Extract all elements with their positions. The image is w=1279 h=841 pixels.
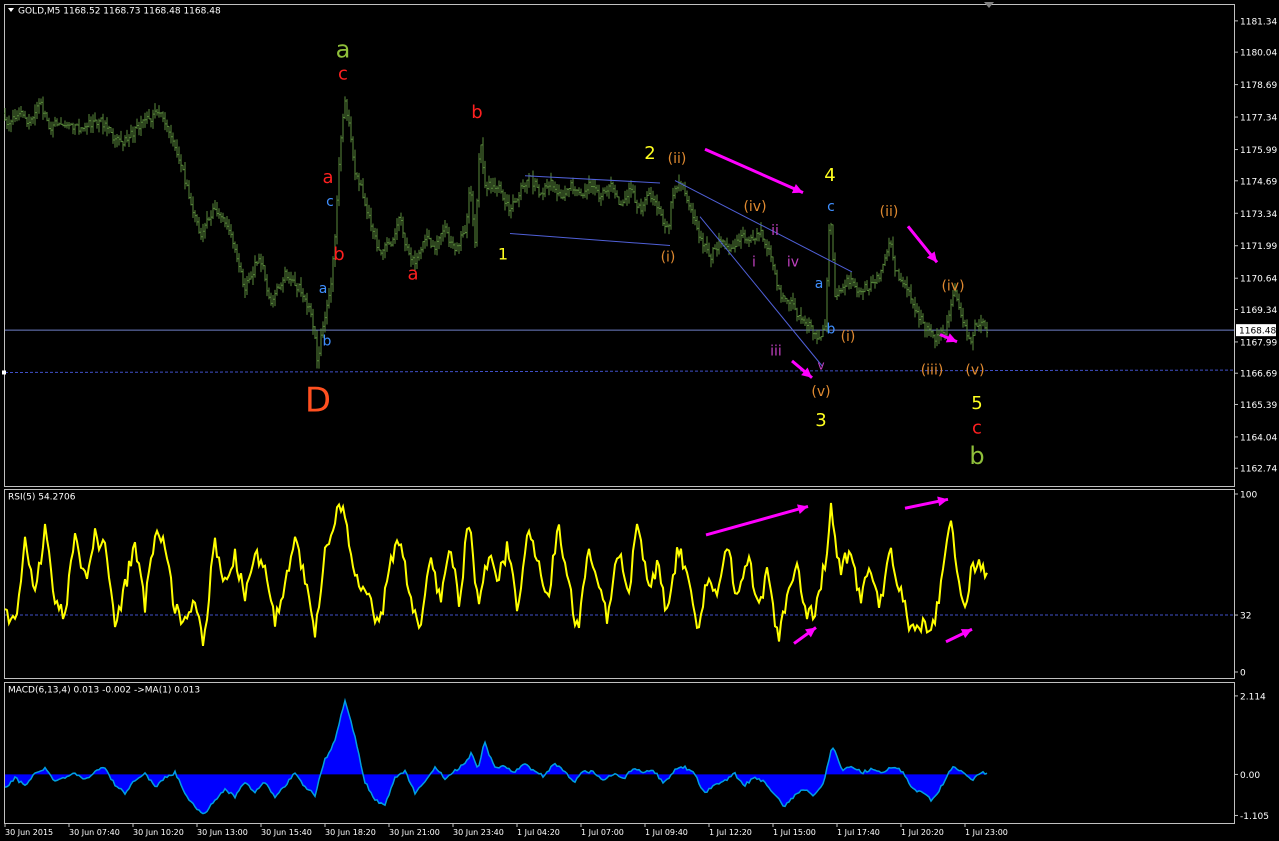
price-tick-label: 1175.99 <box>1240 146 1277 156</box>
dotted-line-handle[interactable] <box>2 370 6 375</box>
price-tick-label: 1171.99 <box>1240 242 1277 252</box>
lbl-b-blue-1: b <box>323 334 332 350</box>
time-tick-label: 30 Jun 13:00 <box>197 828 248 837</box>
price-tag-text: 1168.48 <box>1239 327 1276 337</box>
lbl-v-orange-1: (v) <box>811 384 830 400</box>
lbl-c-blue-1: c <box>326 194 334 210</box>
lbl-i-orange-2: (i) <box>841 329 856 345</box>
lbl-c-red-top: c <box>338 64 348 85</box>
current-price-tag: 1168.48 <box>1236 324 1276 337</box>
lbl-b-red-1: b <box>333 244 344 265</box>
lbl-a-red-2: a <box>407 263 418 284</box>
time-tick-label: 1 Jul 23:00 <box>965 828 1008 837</box>
time-tick-label: 30 Jun 10:20 <box>133 828 184 837</box>
trading-chart: 1181.34 1180.04 1178.69 1177.34 1175.99 1174.… <box>0 0 1279 841</box>
macd-tick-label: 0.00 <box>1240 771 1260 781</box>
lbl-2: 2 <box>644 143 655 164</box>
price-tick-label: 1167.99 <box>1240 338 1277 348</box>
rsi-tick-label: 100 <box>1240 491 1257 501</box>
macd-tick-label: 2.114 <box>1240 692 1266 702</box>
lbl-iii-orange-2: (iii) <box>921 363 944 379</box>
lbl-c-blue-2: c <box>827 199 835 215</box>
time-tick-label: 30 Jun 23:40 <box>453 828 504 837</box>
price-tick-label: 1180.04 <box>1240 49 1277 59</box>
lbl-4: 4 <box>824 165 835 186</box>
time-tick-label: 1 Jul 20:20 <box>901 828 944 837</box>
price-tick-label: 1162.74 <box>1240 465 1277 475</box>
price-tick-label: 1177.34 <box>1240 114 1277 124</box>
lbl-b-blue-2: b <box>827 322 836 338</box>
lbl-iv-orange-1: (iv) <box>743 199 766 215</box>
lbl-ii-mag: ii <box>771 223 779 239</box>
price-tick-label: 1173.34 <box>1240 210 1277 220</box>
price-tick-label: 1169.34 <box>1240 306 1277 316</box>
time-tick-label: 1 Jul 04:20 <box>517 828 560 837</box>
macd-tick-label: -1.105 <box>1240 812 1269 822</box>
price-tick-label: 1165.39 <box>1240 401 1277 411</box>
lbl-iv-orange-2: (iv) <box>941 278 964 294</box>
lbl-i-mag: i <box>752 254 756 270</box>
lbl-5: 5 <box>971 393 982 414</box>
chart-background <box>0 0 1279 841</box>
price-tick-label: 1181.34 <box>1240 17 1277 27</box>
time-tick-label: 1 Jul 07:00 <box>581 828 624 837</box>
lbl-3: 3 <box>815 410 826 431</box>
lbl-v-orange-2: (v) <box>965 363 984 379</box>
lbl-D: D <box>305 380 331 420</box>
time-tick-label: 1 Jul 17:40 <box>837 828 880 837</box>
time-tick-label: 30 Jun 21:00 <box>389 828 440 837</box>
rsi-tick-label: 0 <box>1240 669 1246 679</box>
macd-title: MACD(6,13,4) 0.013 -0.002 ->MA(1) 0.013 <box>8 686 200 696</box>
time-tick-label: 30 Jun 07:40 <box>69 828 120 837</box>
time-tick-label: 30 Jun 15:40 <box>261 828 312 837</box>
lbl-iii-mag: iii <box>770 343 782 359</box>
price-axis: 1181.34 1180.04 1178.69 1177.34 1175.99 1174.… <box>1234 17 1277 475</box>
rsi-tick-label: 32 <box>1240 612 1251 622</box>
lbl-ii-orange-2: (ii) <box>880 204 899 220</box>
price-tick-label: 1164.04 <box>1240 433 1277 443</box>
price-tick-label: 1174.69 <box>1240 177 1277 187</box>
price-title: GOLD,M5 1168.52 1168.73 1168.48 1168.48 <box>18 7 221 17</box>
lbl-iv-mag: iv <box>787 254 799 270</box>
lbl-c-red-end: c <box>972 417 982 438</box>
time-tick-label: 1 Jul 15:00 <box>773 828 816 837</box>
time-tick-label: 1 Jul 12:20 <box>709 828 752 837</box>
lbl-a-blue-2: a <box>815 276 824 292</box>
price-tick-label: 1170.64 <box>1240 275 1277 285</box>
price-tick-label: 1178.69 <box>1240 81 1277 91</box>
time-tick-label: 30 Jun 18:20 <box>325 828 376 837</box>
time-tick-label: 1 Jul 09:40 <box>645 828 688 837</box>
time-tick-label: 30 Jun 2015 <box>5 828 53 837</box>
lbl-a-blue-1: a <box>319 281 328 297</box>
lbl-i-orange-1: (i) <box>661 250 676 266</box>
lbl-a-red-1: a <box>322 167 333 188</box>
lbl-v-mag: v <box>817 358 824 372</box>
lbl-b-green-end: b <box>969 442 984 470</box>
lbl-1: 1 <box>498 245 508 264</box>
price-tick-label: 1166.69 <box>1240 370 1277 380</box>
lbl-a-green-top: a <box>336 36 351 64</box>
rsi-title: RSI(5) 54.2706 <box>8 493 76 503</box>
lbl-ii-orange-1: (ii) <box>668 151 687 167</box>
lbl-b-red-2: b <box>471 102 482 123</box>
